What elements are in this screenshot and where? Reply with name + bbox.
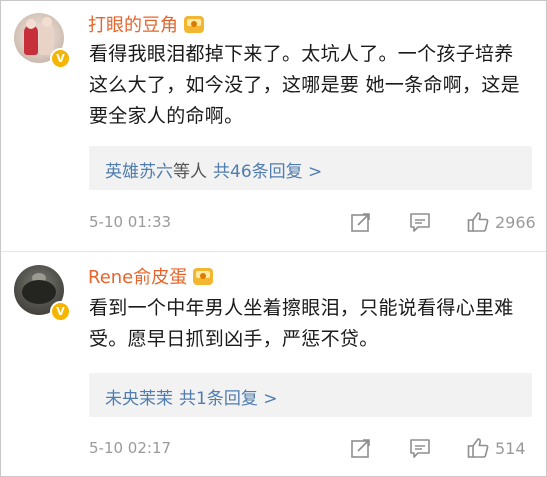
comment-icon[interactable] — [409, 437, 431, 459]
reply-preview-text: 未央茉茉 共1条回复 > — [105, 384, 277, 409]
timestamp: 5-10 01:33 — [89, 213, 172, 231]
crown-badge-icon — [184, 16, 204, 33]
thumbs-up-icon[interactable] — [467, 211, 489, 233]
verified-v-icon: V — [50, 48, 71, 69]
reply-etc: 等人 — [173, 162, 207, 182]
avatar-figure — [39, 23, 54, 55]
avatar-face — [26, 19, 36, 29]
comment-meta: 5-10 02:17 514 — [1, 433, 546, 463]
timestamp: 5-10 02:17 — [89, 439, 172, 457]
reply-count-link[interactable]: 共46条回复 > — [213, 162, 322, 182]
reply-users[interactable]: 未央茉茉 — [105, 389, 173, 409]
like-count: 514 — [495, 439, 526, 458]
comment-item: V 打眼的豆角 看得我眼泪都掉下来了。太坑人了。一个孩子培养这么大了，如今没了，… — [1, 1, 546, 251]
comment-icon[interactable] — [409, 211, 431, 233]
avatar-figure — [24, 25, 38, 55]
share-icon[interactable] — [350, 437, 372, 459]
reply-users[interactable]: 英雄苏六 — [105, 162, 173, 182]
comment-list: V 打眼的豆角 看得我眼泪都掉下来了。太坑人了。一个孩子培养这么大了，如今没了，… — [0, 0, 547, 477]
reply-preview[interactable]: 未央茉茉 共1条回复 > — [89, 373, 532, 417]
reply-preview[interactable]: 英雄苏六等人 共46条回复 > — [89, 146, 532, 190]
comment-text: 看到一个中年男人坐着擦眼泪，只能说看得心里难受。愿早日抓到凶手，严惩不贷。 — [89, 297, 514, 350]
share-icon[interactable] — [350, 211, 372, 233]
username[interactable]: Rene俞皮蛋 — [88, 263, 214, 289]
comment-item: V Rene俞皮蛋 看到一个中年男人坐着擦眼泪，只能说看得心里难受。愿早日抓到凶… — [1, 252, 546, 476]
crown-badge-icon — [193, 268, 214, 285]
username-text[interactable]: Rene俞皮蛋 — [88, 267, 187, 288]
comment-text: 看得我眼泪都掉下来了。太坑人了。一个孩子培养这么大了，如今没了，这哪是要 她一条… — [89, 43, 520, 127]
username-text[interactable]: 打眼的豆角 — [88, 15, 178, 36]
verified-v-icon: V — [50, 301, 71, 322]
comment-meta: 5-10 01:33 2966 — [1, 207, 546, 237]
avatar-face — [42, 17, 52, 27]
thumbs-up-icon[interactable] — [467, 437, 489, 459]
reply-preview-text: 英雄苏六等人 共46条回复 > — [105, 157, 322, 182]
reply-count-link[interactable]: 共1条回复 > — [179, 389, 277, 409]
like-count: 2966 — [495, 213, 536, 232]
avatar-shape — [22, 280, 56, 304]
username[interactable]: 打眼的豆角 — [88, 11, 204, 37]
